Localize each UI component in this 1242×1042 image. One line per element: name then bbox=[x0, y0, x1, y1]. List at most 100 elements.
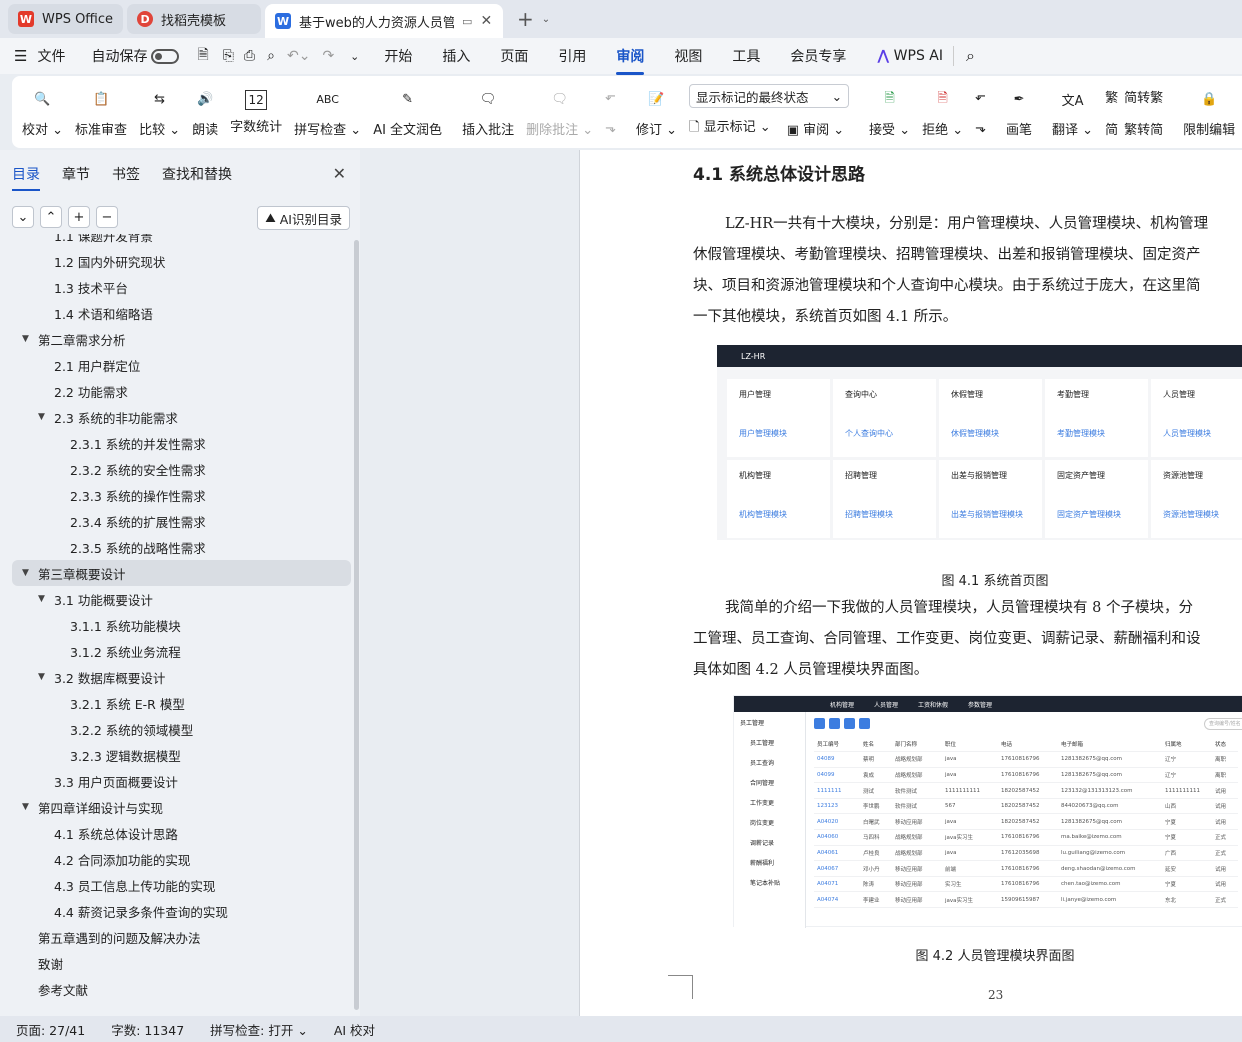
std-review-button[interactable]: 📋 标准审查 bbox=[69, 80, 133, 144]
document-page[interactable]: 4.1 系统总体设计思路 LZ-HR一共有十大模块，分别是：用户管理模块、人员管… bbox=[579, 150, 1242, 1016]
tab-view[interactable]: 视图 bbox=[659, 46, 717, 66]
toc-item[interactable]: 2.1 用户群定位 bbox=[12, 352, 351, 378]
tab-docer[interactable]: D 找稻壳模板 bbox=[127, 4, 262, 34]
toc-item[interactable]: 1.3 技术平台 bbox=[12, 274, 351, 300]
toc-item[interactable]: 4.2 合同添加功能的实现 bbox=[12, 846, 351, 872]
toc-item[interactable]: 1.1 课题开发背景 bbox=[12, 234, 351, 248]
toc-item[interactable]: ▼ 第二章需求分析 bbox=[12, 326, 351, 352]
toc-item[interactable]: 3.2.1 系统 E-R 模型 bbox=[12, 690, 351, 716]
toc-item[interactable]: 2.3.5 系统的战略性需求 bbox=[12, 534, 351, 560]
pen-button[interactable]: ✒ 画笔 bbox=[1000, 80, 1038, 144]
chevron-down-icon[interactable]: ⌄ bbox=[542, 14, 550, 25]
search-icon[interactable]: ⌕ bbox=[952, 46, 985, 66]
page-indicator[interactable]: 页面: 27/41 bbox=[16, 1020, 85, 1039]
toc-item[interactable]: ▼ 3.2 数据库概要设计 bbox=[12, 664, 351, 690]
tab-tools[interactable]: 工具 bbox=[717, 46, 775, 66]
spell-check-indicator[interactable]: 拼写检查: 打开 ⌄ bbox=[210, 1020, 308, 1039]
word-count-indicator[interactable]: 字数: 11347 bbox=[111, 1020, 184, 1039]
add-icon[interactable]: + bbox=[68, 206, 90, 228]
tab-review[interactable]: 审阅 bbox=[601, 46, 659, 75]
spell-check-button[interactable]: ABC 拼写检查 ⌄ bbox=[288, 80, 367, 144]
print-icon[interactable]: ⎙ bbox=[238, 48, 261, 64]
autosave-toggle[interactable] bbox=[151, 48, 180, 64]
toc-item[interactable]: ▼ 2.3 系统的非功能需求 bbox=[12, 404, 351, 430]
nav-tab-find-replace[interactable]: 查找和替换 bbox=[162, 164, 232, 184]
ai-polish-button[interactable]: ✎ AI 全文润色 bbox=[367, 80, 448, 144]
save-icon[interactable]: 🗎 bbox=[179, 44, 218, 68]
prev-comment-icon[interactable]: ⬐ bbox=[605, 89, 616, 104]
toc-item[interactable]: 2.2 功能需求 bbox=[12, 378, 351, 404]
show-markup-button[interactable]: 🗋 显示标记 ⌄ bbox=[689, 116, 771, 140]
tab-member[interactable]: 会员专享 bbox=[775, 46, 861, 66]
menu-file[interactable]: 文件 bbox=[37, 46, 75, 66]
nav-tab-bookmarks[interactable]: 书签 bbox=[112, 164, 140, 184]
word-count-button[interactable]: 12 字数统计 bbox=[224, 80, 288, 144]
print-preview-icon[interactable]: ⌕ bbox=[261, 48, 281, 64]
tab-page[interactable]: 页面 bbox=[485, 46, 543, 66]
to-traditional-button[interactable]: 繁 简转繁 bbox=[1105, 87, 1163, 106]
toc-item[interactable]: 4.4 薪资记录多条件查询的实现 bbox=[12, 898, 351, 924]
tab-document[interactable]: W 基于web的人力资源人员管理 ▭ ✕ bbox=[265, 4, 504, 38]
toc-item[interactable]: 2.3.4 系统的扩展性需求 bbox=[12, 508, 351, 534]
read-aloud-button[interactable]: 🔊 朗读 bbox=[186, 80, 224, 144]
monitor-icon[interactable]: ▭ bbox=[462, 15, 472, 28]
revise-button[interactable]: 📝 修订 ⌄ bbox=[630, 80, 683, 144]
toc-item[interactable]: 致谢 bbox=[12, 950, 351, 976]
toc-item[interactable]: 3.2.2 系统的领域模型 bbox=[12, 716, 351, 742]
tab-insert[interactable]: 插入 bbox=[427, 46, 485, 66]
wps-ai-button[interactable]: ⋀ WPS AI bbox=[861, 48, 953, 64]
nav-tab-toc[interactable]: 目录 bbox=[12, 164, 40, 191]
toc-item[interactable]: 参考文献 bbox=[12, 976, 351, 1002]
toc-item[interactable]: ▼ 第四章详细设计与实现 bbox=[12, 794, 351, 820]
remove-icon[interactable]: − bbox=[96, 206, 118, 228]
hamburger-icon[interactable]: ☰ bbox=[0, 47, 37, 65]
expand-triangle-icon[interactable]: ▼ bbox=[22, 802, 32, 812]
proof-button[interactable]: 🔍 校对 ⌄ bbox=[16, 80, 69, 144]
toc-item[interactable]: 3.2.3 逻辑数据模型 bbox=[12, 742, 351, 768]
expand-triangle-icon[interactable]: ▼ bbox=[38, 594, 48, 604]
close-icon[interactable]: ✕ bbox=[333, 164, 346, 183]
expand-triangle-icon[interactable]: ▼ bbox=[22, 334, 32, 344]
toc-item[interactable]: ▼ 3.1 功能概要设计 bbox=[12, 586, 351, 612]
toc-item[interactable]: 3.1.1 系统功能模块 bbox=[12, 612, 351, 638]
ai-toc-button[interactable]: ⛰ AI识别目录 bbox=[257, 206, 350, 230]
tab-start[interactable]: 开始 bbox=[369, 46, 427, 66]
nav-tab-chapters[interactable]: 章节 bbox=[62, 164, 90, 184]
delete-comment-button[interactable]: 🗨 删除批注 ⌄ bbox=[520, 80, 599, 144]
toc-item[interactable]: 2.3.3 系统的操作性需求 bbox=[12, 482, 351, 508]
collapse-up-icon[interactable]: ⌃ bbox=[40, 206, 62, 228]
accept-button[interactable]: 🗎 接受 ⌄ bbox=[863, 80, 916, 144]
next-comment-icon[interactable]: ⬎ bbox=[605, 121, 616, 136]
toc-item[interactable]: 4.3 员工信息上传功能的实现 bbox=[12, 872, 351, 898]
toc-item[interactable]: 2.3.2 系统的安全性需求 bbox=[12, 456, 351, 482]
prev-change-icon[interactable]: ⬐ bbox=[975, 89, 986, 104]
tab-reference[interactable]: 引用 bbox=[543, 46, 601, 66]
tab-wps-office[interactable]: W WPS Office bbox=[8, 4, 124, 34]
compare-button[interactable]: ⇆ 比较 ⌄ bbox=[133, 80, 186, 144]
share-icon[interactable]: ⎘ bbox=[219, 48, 238, 64]
new-tab-icon[interactable]: + bbox=[517, 7, 534, 31]
toc-item[interactable]: 2.3.1 系统的并发性需求 bbox=[12, 430, 351, 456]
expand-down-icon[interactable]: ⌄ bbox=[12, 206, 34, 228]
toc-item[interactable]: 3.1.2 系统业务流程 bbox=[12, 638, 351, 664]
more-chevron-icon[interactable]: ⌄ bbox=[340, 50, 369, 63]
toc-item[interactable]: ▼ 第三章概要设计 bbox=[12, 560, 351, 586]
translate-button[interactable]: 文A 翻译 ⌄ bbox=[1046, 80, 1099, 144]
undo-icon[interactable]: ↶⌄ bbox=[281, 48, 316, 64]
to-simplified-button[interactable]: 简 繁转简 bbox=[1105, 119, 1163, 138]
expand-triangle-icon[interactable]: ▼ bbox=[22, 568, 32, 578]
ai-proof-indicator[interactable]: AI 校对 bbox=[334, 1020, 375, 1039]
restrict-edit-button[interactable]: 🔒 限制编辑 bbox=[1177, 80, 1241, 144]
expand-triangle-icon[interactable]: ▼ bbox=[38, 672, 48, 682]
toc-item[interactable]: 第五章遇到的问题及解决办法 bbox=[12, 924, 351, 950]
show-mode-select[interactable]: 显示标记的最终状态 ⌄ bbox=[689, 84, 850, 108]
toc-item[interactable]: 1.2 国内外研究现状 bbox=[12, 248, 351, 274]
redo-icon[interactable]: ↷ bbox=[316, 48, 340, 64]
insert-comment-button[interactable]: 🗨 插入批注 bbox=[456, 80, 520, 144]
toc-item[interactable]: 3.3 用户页面概要设计 bbox=[12, 768, 351, 794]
close-tab-icon[interactable]: ✕ bbox=[480, 13, 492, 29]
reject-button[interactable]: 🗎 拒绝 ⌄ bbox=[916, 80, 969, 144]
toc-scrollbar[interactable] bbox=[354, 240, 359, 1010]
toc-item[interactable]: 4.1 系统总体设计思路 bbox=[12, 820, 351, 846]
review-pane-button[interactable]: ▣ 审阅 ⌄ bbox=[787, 119, 844, 138]
